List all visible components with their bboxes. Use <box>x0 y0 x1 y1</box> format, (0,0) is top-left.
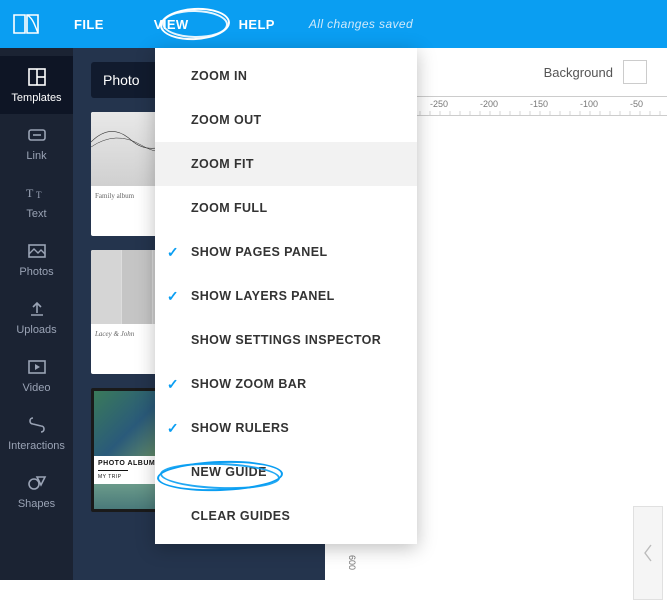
sidebar-item-label: Uploads <box>16 324 56 336</box>
top-menubar: FILE VIEW HELP All changes saved <box>0 0 667 48</box>
menu-item-label: SHOW PAGES PANEL <box>191 245 328 259</box>
text-icon: TT <box>26 182 48 204</box>
interactions-icon <box>26 414 48 436</box>
menu-item-label: SHOW RULERS <box>191 421 289 435</box>
sidebar-item-label: Interactions <box>8 440 65 452</box>
sidebar-item-label: Templates <box>11 92 61 104</box>
background-color-swatch[interactable] <box>623 60 647 84</box>
sidebar-item-label: Text <box>26 208 46 220</box>
menu-view[interactable]: VIEW <box>138 11 205 38</box>
menu-zoom-in[interactable]: ZOOM IN <box>155 54 417 98</box>
menu-file[interactable]: FILE <box>58 11 120 38</box>
menu-item-label: ZOOM OUT <box>191 113 262 127</box>
background-label: Background <box>544 65 613 80</box>
menu-show-layers[interactable]: ✓ SHOW LAYERS PANEL <box>155 274 417 318</box>
link-icon <box>26 124 48 146</box>
left-sidebar: Templates Link TT Text Photos Uploads Vi… <box>0 48 73 580</box>
check-icon: ✓ <box>165 244 181 261</box>
sidebar-item-video[interactable]: Video <box>0 346 73 404</box>
menu-item-label: ZOOM IN <box>191 69 247 83</box>
sidebar-item-label: Link <box>26 150 46 162</box>
sidebar-item-text[interactable]: TT Text <box>0 172 73 230</box>
menu-clear-guides[interactable]: CLEAR GUIDES <box>155 494 417 538</box>
menu-item-label: ZOOM FIT <box>191 157 254 171</box>
menu-show-rulers[interactable]: ✓ SHOW RULERS <box>155 406 417 450</box>
sidebar-item-uploads[interactable]: Uploads <box>0 288 73 346</box>
view-dropdown-menu: ZOOM IN ZOOM OUT ZOOM FIT ZOOM FULL ✓ SHO… <box>155 48 417 544</box>
menu-show-zoombar[interactable]: ✓ SHOW ZOOM BAR <box>155 362 417 406</box>
sidebar-item-label: Shapes <box>18 498 55 510</box>
menu-zoom-out[interactable]: ZOOM OUT <box>155 98 417 142</box>
menu-item-label: SHOW ZOOM BAR <box>191 377 307 391</box>
svg-text:T: T <box>36 190 42 200</box>
sidebar-item-label: Photos <box>19 266 53 278</box>
menu-new-guide[interactable]: NEW GUIDE <box>155 450 417 494</box>
photos-icon <box>26 240 48 262</box>
menu-zoom-full[interactable]: ZOOM FULL <box>155 186 417 230</box>
menu-zoom-fit[interactable]: ZOOM FIT <box>155 142 417 186</box>
sidebar-item-templates[interactable]: Templates <box>0 56 73 114</box>
menu-help[interactable]: HELP <box>223 11 291 38</box>
shapes-icon <box>26 472 48 494</box>
menu-item-label: CLEAR GUIDES <box>191 509 290 523</box>
check-icon: ✓ <box>165 376 181 393</box>
app-logo-icon <box>12 13 40 35</box>
video-icon <box>26 356 48 378</box>
sidebar-item-shapes[interactable]: Shapes <box>0 462 73 520</box>
sidebar-item-label: Video <box>23 382 51 394</box>
menu-item-label: SHOW SETTINGS INSPECTOR <box>191 333 381 347</box>
chevron-left-icon[interactable] <box>633 506 663 600</box>
sidebar-item-interactions[interactable]: Interactions <box>0 404 73 462</box>
templates-icon <box>26 66 48 88</box>
check-icon: ✓ <box>165 288 181 305</box>
uploads-icon <box>26 298 48 320</box>
save-status: All changes saved <box>309 17 413 31</box>
sidebar-item-photos[interactable]: Photos <box>0 230 73 288</box>
sidebar-item-link[interactable]: Link <box>0 114 73 172</box>
menu-item-label: ZOOM FULL <box>191 201 268 215</box>
menu-item-label: SHOW LAYERS PANEL <box>191 289 335 303</box>
vertical-ruler-tick: 600 <box>337 538 357 588</box>
svg-text:T: T <box>26 186 34 200</box>
check-icon: ✓ <box>165 420 181 437</box>
menu-item-label: NEW GUIDE <box>191 465 267 479</box>
menu-show-settings[interactable]: SHOW SETTINGS INSPECTOR <box>155 318 417 362</box>
menu-show-pages[interactable]: ✓ SHOW PAGES PANEL <box>155 230 417 274</box>
